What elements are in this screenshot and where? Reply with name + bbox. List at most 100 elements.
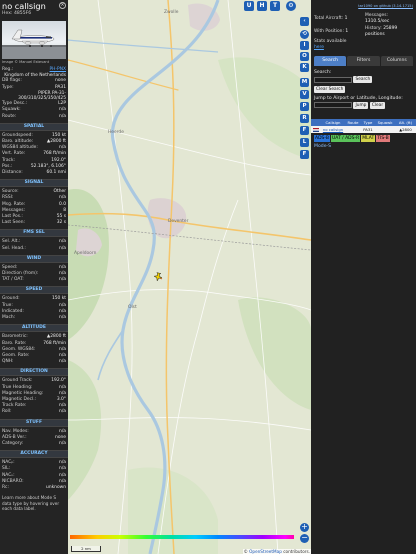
- map-button-l[interactable]: L: [300, 138, 309, 147]
- place-label: Deventer: [168, 219, 189, 224]
- altitude-color-legend: [70, 532, 294, 540]
- hex-label: Hex:: [2, 11, 13, 16]
- info-row: Sel. Head.: n/a: [2, 245, 66, 251]
- source-chip: ADS-B: [314, 134, 330, 142]
- map-button-o[interactable]: O: [300, 52, 309, 61]
- info-row: Category: n/a: [2, 440, 66, 446]
- map-button-v[interactable]: V: [300, 90, 309, 99]
- total-aircraft-value: 1: [344, 16, 348, 21]
- map-button-f2[interactable]: F: [300, 150, 309, 159]
- photo-credit: Image © Manuel Estevant: [2, 60, 50, 64]
- airplane-photo-icon: [2, 29, 66, 59]
- selected-callsign: no callsign: [2, 1, 46, 11]
- zoom-in-button[interactable]: +: [300, 522, 309, 532]
- close-icon[interactable]: ×: [59, 2, 66, 9]
- info-row: Distance: 60.1 nmi: [2, 170, 66, 176]
- source-chip: TIS-B: [376, 134, 390, 142]
- info-row: Mach: n/a: [2, 315, 66, 321]
- section-header: DIRECTION: [0, 368, 68, 377]
- info-row: Route: n/a: [2, 113, 66, 119]
- tab-search[interactable]: Search: [314, 56, 347, 66]
- map-button-m[interactable]: M: [300, 78, 309, 87]
- section-header: ACCURACY: [0, 450, 68, 459]
- source-legend: ADS-B UAT / ADS-R MLAT TIS-B: [311, 133, 416, 144]
- total-aircraft-label: Total Aircraft:: [314, 16, 344, 21]
- history-label: History:: [365, 26, 382, 31]
- type-full-value: PIPER PA-31-300/310/325/350/425: [18, 90, 66, 102]
- row-altitude: ▲2800: [399, 126, 412, 132]
- top-button-u[interactable]: U: [244, 1, 254, 11]
- osm-link[interactable]: OpenStreetMap: [249, 549, 282, 554]
- stats-block: Total Aircraft: 1 Messages: 1310.5/sec Wi…: [311, 12, 416, 52]
- info-row: TAT / OAT: n/a: [2, 277, 66, 283]
- aircraft-photo[interactable]: [2, 21, 66, 59]
- sidebar-tabs: Search Filters Columns: [311, 56, 416, 66]
- clear-jump-button[interactable]: Clear: [369, 101, 386, 109]
- col-flag[interactable]: [311, 119, 321, 126]
- altitude-gradient: [70, 535, 294, 539]
- col-route[interactable]: Route: [345, 119, 361, 126]
- flag-icon: [311, 126, 321, 133]
- info-footer: Learn more about Mode S data type by hov…: [2, 495, 60, 511]
- map-view[interactable]: Zwolle Deventer Apeldoorn Heerde Olst U H T …: [68, 0, 311, 554]
- right-sidebar: tar1090 on github (3.14.1715) Total Airc…: [311, 0, 416, 554]
- place-label: Heerde: [108, 130, 124, 135]
- messages-value: 1310.5/sec: [365, 18, 390, 24]
- clear-search-button[interactable]: Clear Search: [314, 86, 346, 93]
- map-button-f[interactable]: F: [300, 126, 309, 135]
- aircraft-info-panel: no callsign Hex: 4855F6 × Image © Manuel…: [0, 0, 68, 554]
- search-panel: Search: Search Clear Search Jump to Airp…: [311, 66, 416, 114]
- map-button-i[interactable]: I: [300, 41, 309, 50]
- hex-line: Hex: 4855F6: [2, 11, 66, 16]
- scale-bar: 2 nm: [71, 546, 101, 552]
- section-header: SPATIAL: [0, 122, 68, 131]
- jump-button[interactable]: Jump: [353, 101, 369, 109]
- tab-columns[interactable]: Columns: [380, 56, 413, 66]
- row-type: PA31: [363, 126, 373, 132]
- top-button-h[interactable]: H: [257, 1, 267, 11]
- place-label: Zwolle: [164, 10, 179, 15]
- stats-available-label: Stats available: [314, 39, 347, 44]
- collapse-chevron-icon[interactable]: ‹: [300, 17, 309, 26]
- mode-s-legend: Mode-S: [314, 143, 332, 149]
- map-canvas[interactable]: [68, 0, 311, 554]
- jump-input[interactable]: [314, 102, 352, 109]
- github-link[interactable]: tar1090 on github (3.14.1715): [311, 0, 416, 12]
- col-altitude[interactable]: Alt. (ft): [395, 119, 416, 126]
- map-attribution: © OpenStreetMap contributors.: [242, 549, 311, 554]
- section-header: SPEED: [0, 286, 68, 295]
- search-button[interactable]: Search: [353, 76, 373, 83]
- zoom-out-button[interactable]: −: [300, 533, 309, 543]
- info-sections: SPATIAL Groundspeed: 150 kt Baro. altitude:…: [0, 122, 68, 491]
- section-header: ALTITUDE: [0, 324, 68, 333]
- tab-filters[interactable]: Filters: [347, 56, 380, 66]
- hex-value: 4855F6: [13, 11, 32, 16]
- col-squawk[interactable]: Squawk: [375, 119, 395, 126]
- source-chip: MLAT: [361, 134, 376, 142]
- reset-map-icon[interactable]: ⟲: [300, 30, 309, 39]
- map-button-k[interactable]: K: [300, 63, 309, 72]
- section-header: WIND: [0, 254, 68, 263]
- settings-gear-icon[interactable]: ⚙: [286, 1, 296, 11]
- col-type[interactable]: Type: [361, 119, 375, 126]
- section-header: FMS SEL: [0, 229, 68, 238]
- row-squawk: [375, 126, 395, 133]
- source-chip: UAT / ADS-R: [330, 134, 361, 142]
- info-row: Last Seen: 32 s: [2, 220, 66, 226]
- table-row[interactable]: no callsign PA31 ▲2800: [311, 125, 416, 133]
- col-callsign[interactable]: Callsign: [321, 119, 345, 126]
- place-label: Apeldoorn: [74, 251, 97, 256]
- with-position-label: With Position:: [314, 29, 344, 34]
- section-header: STUFF: [0, 418, 68, 427]
- info-header: no callsign Hex: 4855F6 ×: [0, 0, 68, 21]
- top-button-t[interactable]: T: [270, 1, 280, 11]
- with-position-value: 1: [345, 29, 349, 34]
- row-callsign[interactable]: no callsign: [321, 126, 345, 133]
- map-button-p[interactable]: P: [300, 102, 309, 111]
- info-row: Roll: n/a: [2, 409, 66, 415]
- section-header: SIGNAL: [0, 179, 68, 188]
- search-input[interactable]: [314, 76, 352, 83]
- aircraft-table-header: Callsign Route Type Squawk Alt. (ft): [311, 118, 416, 126]
- stats-here-link[interactable]: here: [314, 45, 346, 51]
- map-button-r[interactable]: R: [300, 114, 309, 123]
